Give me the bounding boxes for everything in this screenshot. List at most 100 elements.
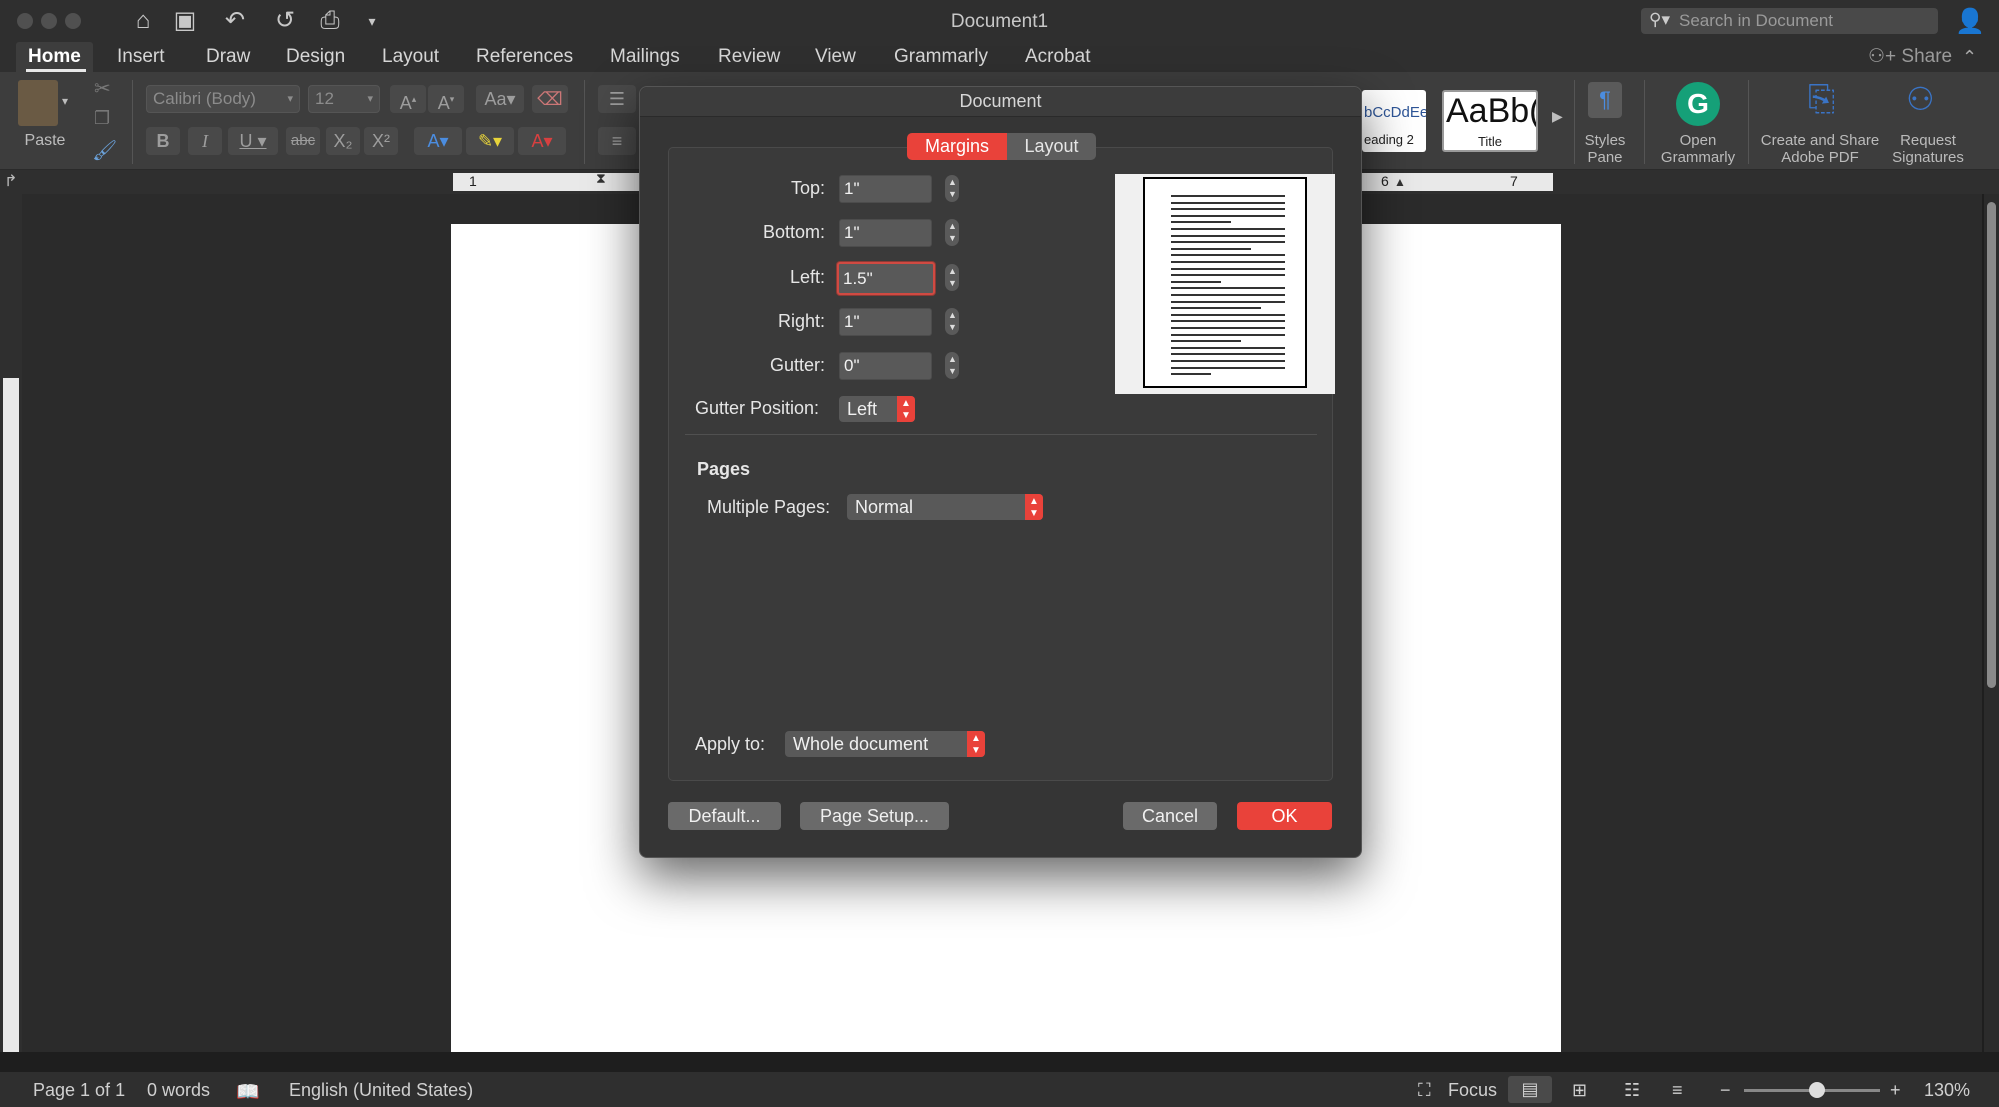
- top-margin-input[interactable]: [839, 175, 932, 203]
- left-margin-stepper[interactable]: ▲ ▼: [945, 264, 959, 291]
- search-box[interactable]: ⚲▾: [1641, 8, 1938, 34]
- dialog-title-bar[interactable]: Document: [640, 87, 1361, 117]
- tab-margins[interactable]: Margins: [907, 133, 1007, 160]
- font-color-icon[interactable]: A▾: [518, 127, 566, 155]
- styles-gallery-next-icon[interactable]: ▶: [1552, 108, 1563, 125]
- shrink-font-icon[interactable]: A▾: [428, 85, 464, 113]
- proofing-icon[interactable]: 📖: [236, 1080, 260, 1104]
- indent-marker-icon[interactable]: ⧗: [596, 170, 606, 187]
- format-painter-icon[interactable]: 🖌: [92, 138, 117, 163]
- paste-dropdown-icon[interactable]: ▾: [62, 94, 68, 108]
- multiple-pages-select[interactable]: Normal ▲ ▼: [847, 494, 1043, 520]
- request-signatures-icon[interactable]: ⚇: [1906, 80, 1935, 118]
- copy-icon[interactable]: ❐: [94, 108, 110, 129]
- font-size-select[interactable]: 12 ▾: [308, 85, 380, 113]
- web-layout-view-icon[interactable]: ⊞: [1572, 1080, 1587, 1101]
- grammarly-icon[interactable]: G: [1676, 82, 1720, 126]
- superscript-icon[interactable]: X²: [364, 127, 398, 155]
- tab-layout[interactable]: Layout: [370, 42, 451, 72]
- bottom-margin-input[interactable]: [839, 219, 932, 247]
- italic-icon[interactable]: I: [188, 127, 222, 155]
- customize-toolbar-icon[interactable]: ▾: [362, 6, 382, 36]
- scrollbar-thumb[interactable]: [1987, 202, 1996, 688]
- redo-icon[interactable]: ↺: [270, 6, 300, 36]
- word-count[interactable]: 0 words: [147, 1080, 210, 1101]
- top-margin-stepper[interactable]: ▲ ▼: [945, 175, 959, 202]
- preview-text-line: [1171, 241, 1285, 244]
- page-setup-button[interactable]: Page Setup...: [800, 802, 949, 830]
- tab-acrobat[interactable]: Acrobat: [1013, 42, 1102, 72]
- zoom-slider-knob[interactable]: [1809, 1082, 1825, 1098]
- styles-pane-icon[interactable]: ¶: [1588, 82, 1622, 118]
- tab-mailings[interactable]: Mailings: [598, 42, 692, 72]
- tab-design[interactable]: Design: [274, 42, 357, 72]
- home-icon[interactable]: ⌂: [128, 6, 158, 36]
- paste-icon[interactable]: [18, 80, 58, 126]
- right-margin-input[interactable]: [839, 308, 932, 336]
- undo-icon[interactable]: ↶: [215, 6, 255, 36]
- font-name-select[interactable]: Calibri (Body) ▾: [146, 85, 300, 113]
- default-button[interactable]: Default...: [668, 802, 781, 830]
- style-heading-2[interactable]: bCcDdEe eading 2: [1362, 90, 1426, 152]
- language[interactable]: English (United States): [289, 1080, 473, 1101]
- tab-home[interactable]: Home: [16, 42, 93, 72]
- underline-icon[interactable]: U ▾: [228, 127, 278, 155]
- gutter-input[interactable]: [839, 352, 932, 380]
- right-margin-stepper[interactable]: ▲ ▼: [945, 308, 959, 335]
- bold-icon[interactable]: B: [146, 127, 180, 155]
- tab-layout-dialog[interactable]: Layout: [1007, 133, 1096, 160]
- account-icon[interactable]: 👤: [1955, 7, 1985, 36]
- zoom-in-icon[interactable]: +: [1890, 1080, 1901, 1101]
- cancel-button[interactable]: Cancel: [1123, 802, 1217, 830]
- page-count[interactable]: Page 1 of 1: [33, 1080, 125, 1101]
- strikethrough-icon[interactable]: abc: [286, 127, 320, 155]
- minimize-window-button[interactable]: [41, 13, 57, 29]
- tab-draw[interactable]: Draw: [194, 42, 262, 72]
- highlight-icon[interactable]: ✎▾: [466, 127, 514, 155]
- bottom-margin-stepper[interactable]: ▲ ▼: [945, 219, 959, 246]
- change-case-icon[interactable]: Aa▾: [476, 85, 524, 113]
- tab-grammarly[interactable]: Grammarly: [882, 42, 1000, 72]
- style-title[interactable]: AaBb( Title: [1442, 90, 1538, 152]
- gutter-position-select[interactable]: Left ▲ ▼: [839, 396, 915, 422]
- zoom-window-button[interactable]: [65, 13, 81, 29]
- print-layout-view-icon[interactable]: ▤: [1508, 1076, 1552, 1103]
- vertical-scrollbar[interactable]: [1984, 194, 1999, 1052]
- chevron-up-icon: ▲: [948, 354, 957, 364]
- tab-insert[interactable]: Insert: [105, 42, 177, 72]
- focus-icon[interactable]: ⛶: [1418, 1080, 1431, 1101]
- bullets-icon[interactable]: ☰: [598, 85, 636, 113]
- tab-stop-selector-icon[interactable]: ↱: [4, 171, 17, 191]
- tab-references[interactable]: References: [464, 42, 585, 72]
- left-margin-input[interactable]: [837, 262, 935, 295]
- save-icon[interactable]: ▣: [170, 6, 200, 36]
- draft-view-icon[interactable]: ≡: [1672, 1080, 1683, 1101]
- zoom-level[interactable]: 130%: [1924, 1080, 1970, 1101]
- apply-to-select[interactable]: Whole document ▲ ▼: [785, 731, 985, 757]
- search-input[interactable]: [1679, 8, 1929, 34]
- paste-label: Paste: [24, 132, 66, 149]
- grow-font-icon[interactable]: A▴: [390, 85, 426, 113]
- gutter-stepper[interactable]: ▲ ▼: [945, 352, 959, 379]
- focus-label[interactable]: Focus: [1448, 1080, 1497, 1101]
- request-signatures-label: Request Signatures: [1888, 132, 1968, 166]
- clear-formatting-icon[interactable]: ⌫: [532, 85, 568, 113]
- right-indent-marker-icon[interactable]: ▲: [1394, 175, 1406, 189]
- create-pdf-icon[interactable]: ⎘: [1808, 80, 1835, 119]
- print-icon[interactable]: ⎙: [314, 6, 346, 36]
- align-left-icon[interactable]: ≡: [598, 127, 636, 155]
- share-button[interactable]: ⚇+ Share: [1868, 42, 1952, 72]
- text-effects-icon[interactable]: A▾: [414, 127, 462, 155]
- chevron-down-icon: ▾: [287, 93, 293, 105]
- bottom-margin-label: Bottom:: [762, 222, 825, 242]
- collapse-ribbon-icon[interactable]: ⌃: [1962, 42, 1977, 72]
- cut-icon[interactable]: ✂: [94, 76, 111, 101]
- zoom-out-icon[interactable]: −: [1720, 1080, 1731, 1101]
- tab-review[interactable]: Review: [706, 42, 792, 72]
- apply-to-label: Apply to:: [695, 734, 766, 754]
- outline-view-icon[interactable]: ☷: [1624, 1080, 1640, 1101]
- ok-button[interactable]: OK: [1237, 802, 1332, 830]
- subscript-icon[interactable]: X₂: [326, 127, 360, 155]
- tab-view[interactable]: View: [803, 42, 868, 72]
- close-window-button[interactable]: [17, 13, 33, 29]
